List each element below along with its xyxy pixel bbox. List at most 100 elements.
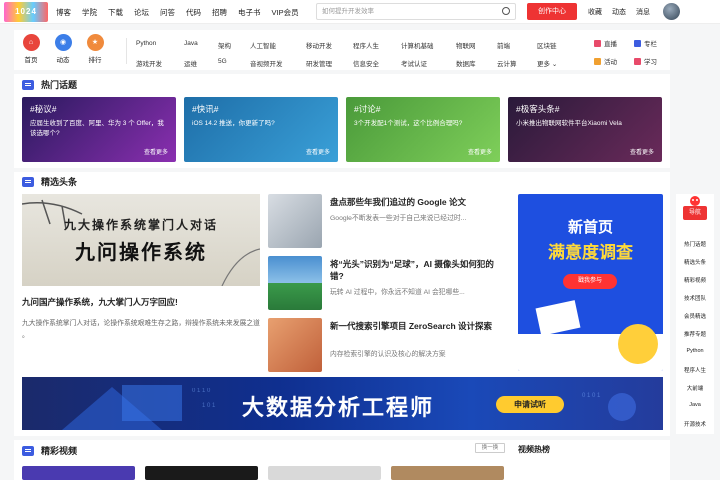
quick-learn[interactable]: 学习 (634, 56, 657, 66)
cat-more[interactable]: 更多 ⌄ (537, 58, 557, 68)
cat-blockchain[interactable]: 区块链 (537, 40, 557, 50)
cat-ai[interactable]: 人工智能 (250, 40, 276, 50)
featured-header: 精选头条 (22, 175, 77, 188)
topic-card[interactable]: #秘议# 应届生收到了百度、阿里、华为 3 个 Offer，我该选哪个? 查看更多 (22, 97, 176, 162)
mascot-icon (690, 196, 700, 206)
view-more-link[interactable]: 查看更多 (630, 147, 654, 156)
nav-qa[interactable]: 问答 (160, 7, 175, 18)
live-icon (594, 40, 601, 47)
article-item[interactable]: 将“光头”识别为“足球”，AI 摄像头如何犯的错? 玩转 AI 过程中，你永远不… (268, 256, 506, 310)
cat-security[interactable]: 信息安全 (353, 58, 379, 68)
cat-java[interactable]: Java (184, 40, 198, 47)
topic-card[interactable]: #极客头条# 小米推出物联网软件平台Xiaomi Vela 查看更多 (508, 97, 662, 162)
cat-cs-basics[interactable]: 计算机基础 (401, 40, 434, 50)
sidebar-item-frontend[interactable]: 大前端 (676, 384, 714, 392)
article-thumbnail (268, 256, 322, 310)
sidebar-item-teams[interactable]: 技术团队 (676, 294, 714, 302)
survey-join-button[interactable]: 戳我参与 (563, 274, 617, 289)
sidebar-item-hot-topics[interactable]: 热门话题 (676, 240, 714, 248)
nav-academy[interactable]: 学院 (82, 7, 97, 18)
activity-link[interactable]: 动态 (612, 7, 626, 17)
sidebar-item-videos[interactable]: 精彩视频 (676, 276, 714, 284)
messages-link[interactable]: 消息 (636, 7, 650, 17)
video-thumbnail[interactable] (145, 466, 258, 480)
article-title[interactable]: 盘点那些年我们追过的 Google 论文 (330, 196, 506, 208)
headline-icon (22, 176, 34, 187)
search-icon[interactable] (502, 7, 510, 15)
survey-ad-line1: 新首页 (567, 219, 613, 236)
topics-icon (22, 79, 34, 90)
nav-jobs[interactable]: 招聘 (212, 7, 227, 18)
view-more-link[interactable]: 查看更多 (144, 147, 168, 156)
sidebar-item-python[interactable]: Python (676, 348, 714, 354)
cat-python[interactable]: Python (136, 40, 156, 47)
sidebar-item-topics[interactable]: 推荐专题 (676, 330, 714, 338)
cat-iot[interactable]: 物联网 (456, 40, 476, 50)
cat-frontend[interactable]: 前端 (497, 40, 510, 50)
topic-desc: iOS 14.2 推送，你更新了吗? (192, 120, 275, 127)
quick-events[interactable]: 活动 (594, 56, 617, 66)
featured-main-image[interactable]: 九大操作系统掌门人对话 九问操作系统 (22, 194, 260, 286)
quick-column-label: 专栏 (644, 41, 657, 48)
nav-blog[interactable]: 博客 (56, 7, 71, 18)
sidebar-nav-button[interactable]: 导航 (683, 206, 707, 220)
sidebar-item-java[interactable]: Java (676, 402, 714, 408)
apply-trial-button[interactable]: 申请试听 (496, 396, 564, 413)
nav-code[interactable]: 代码 (186, 7, 201, 18)
events-icon (594, 58, 601, 65)
video-thumbnail[interactable] (22, 466, 135, 480)
article-item[interactable]: 盘点那些年我们追过的 Google 论文 Google不断发表一些对于自己来说已… (268, 194, 506, 248)
sidebar-item-featured[interactable]: 精选头条 (676, 258, 714, 266)
cat-game[interactable]: 游戏开发 (136, 58, 162, 68)
sidebar-item-opensource[interactable]: 开源技术 (676, 420, 714, 428)
quick-dynamic[interactable]: ◉ 动态 (52, 34, 74, 64)
nav-download[interactable]: 下载 (108, 7, 123, 18)
article-title[interactable]: 新一代搜索引擎项目 ZeroSearch 设计探索 (330, 320, 506, 332)
topic-card[interactable]: #讨论# 3个开发配1个测试，这个比例合理吗? 查看更多 (346, 97, 500, 162)
video-thumbnail[interactable] (391, 466, 504, 480)
site-logo[interactable]: 1024 (4, 2, 48, 22)
cat-mobile[interactable]: 移动开发 (306, 40, 332, 50)
cat-cloud[interactable]: 云计算 (497, 58, 517, 68)
nav-forum[interactable]: 论坛 (134, 7, 149, 18)
svg-text:0 1 0 1: 0 1 0 1 (582, 393, 601, 399)
cat-av[interactable]: 音视频开发 (250, 58, 283, 68)
cat-database[interactable]: 数据库 (456, 58, 476, 68)
topic-card[interactable]: #快讯# iOS 14.2 推送，你更新了吗? 查看更多 (184, 97, 338, 162)
quick-home[interactable]: ⌂ 首页 (20, 34, 42, 64)
quick-live[interactable]: 直播 (594, 38, 617, 48)
sidebar-item-life[interactable]: 程序人生 (676, 366, 714, 374)
quick-rank[interactable]: ★ 排行 (84, 34, 106, 64)
bigdata-banner[interactable]: 0 1 1 0 1 0 1 0 1 0 1 大数据分析工程师 申请试听 (22, 377, 663, 430)
nav-ebook[interactable]: 电子书 (238, 7, 261, 18)
view-more-link[interactable]: 查看更多 (306, 147, 330, 156)
favorites-link[interactable]: 收藏 (588, 7, 602, 17)
dynamic-icon: ◉ (54, 34, 72, 51)
cat-5g[interactable]: 5G (218, 58, 227, 65)
rank-icon: ★ (86, 34, 104, 51)
hot-topics-title: 热门话题 (41, 80, 78, 90)
featured-main-desc: 九大操作系统掌门人对话，论操作系统艰难生存之路，辩操作系统未来发展之道 。 (22, 320, 260, 339)
topic-tag: #秘议# (30, 104, 57, 114)
view-more-link[interactable]: 查看更多 (468, 147, 492, 156)
sidebar-item-vip[interactable]: 会员精选 (676, 312, 714, 320)
article-title[interactable]: 将“光头”识别为“足球”，AI 摄像头如何犯的错? (330, 258, 506, 282)
quick-rank-label: 排行 (88, 57, 102, 64)
create-center-button[interactable]: 创作中心 (527, 3, 577, 20)
avatar[interactable] (663, 3, 680, 20)
article-thumbnail (268, 194, 322, 248)
quick-column[interactable]: 专栏 (634, 38, 657, 48)
article-item[interactable]: 新一代搜索引擎项目 ZeroSearch 设计探索 内存检索引擎的认识及核心的解… (268, 318, 506, 372)
video-thumbnail[interactable] (268, 466, 381, 480)
cat-exam[interactable]: 考试认证 (401, 58, 427, 68)
cat-architecture[interactable]: 架构 (218, 40, 231, 50)
swap-button[interactable]: 换一换 (475, 443, 505, 453)
search-placeholder: 如何提升开发效率 (322, 8, 374, 15)
video-section: 精彩视频 换一换 视频热榜 (14, 440, 670, 480)
cat-life[interactable]: 程序人生 (353, 40, 379, 50)
survey-ad[interactable]: 新首页 满意度调查 戳我参与 (518, 194, 663, 371)
featured-main-title[interactable]: 九问国产操作系统，九大掌门人万字回应! (22, 296, 178, 308)
search-input[interactable]: 如何提升开发效率 (316, 3, 516, 20)
cat-ops[interactable]: 运维 (184, 58, 197, 68)
cat-rd[interactable]: 研发管理 (306, 58, 332, 68)
